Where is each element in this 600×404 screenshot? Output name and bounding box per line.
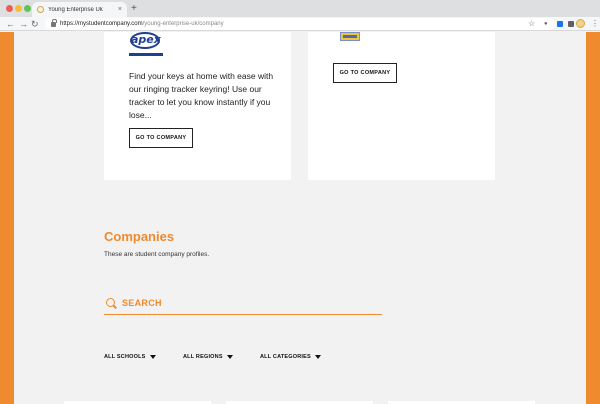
url-host: https://mystudentcompany.com	[60, 21, 143, 27]
close-window-icon[interactable]	[6, 5, 13, 12]
filter-label: ALL REGIONS	[183, 354, 223, 360]
reload-icon[interactable]: ↻	[31, 18, 39, 30]
go-to-company-button[interactable]: GO TO COMPANY	[129, 128, 193, 148]
company-description: Find your keys at home with ease with ou…	[129, 71, 274, 120]
browser-tab[interactable]: Young Enterprise Uk ×	[32, 2, 127, 17]
browser-titlebar: Young Enterprise Uk × +	[0, 0, 600, 17]
url-path: /young-enterprise-uk/company	[142, 21, 224, 27]
go-to-company-button[interactable]: GO TO COMPANY	[333, 63, 397, 83]
search-bar	[104, 295, 382, 315]
filter-regions-dropdown[interactable]: ALL REGIONS	[183, 354, 233, 360]
filter-schools-dropdown[interactable]: ALL SCHOOLS	[104, 354, 156, 360]
address-bar[interactable]: https://mystudentcompany.com/young-enter…	[45, 18, 555, 30]
tab-close-icon[interactable]: ×	[118, 6, 122, 13]
logo-text: apex	[131, 33, 161, 46]
forward-icon[interactable]: →	[19, 18, 28, 30]
lock-icon	[51, 18, 57, 27]
company-card: GO TO COMPANY	[308, 32, 495, 180]
company-card: apex Find your keys at home with ease wi…	[104, 32, 291, 180]
favicon-icon	[37, 6, 44, 13]
section-subtitle: These are student company profiles.	[104, 251, 210, 258]
filter-categories-dropdown[interactable]: ALL CATEGORIES	[260, 354, 321, 360]
company-logo	[340, 32, 360, 41]
left-orange-border	[0, 32, 14, 404]
section-title: Companies	[104, 229, 175, 244]
new-tab-button[interactable]: +	[131, 2, 137, 16]
minimize-window-icon[interactable]	[15, 5, 22, 12]
bookmark-star-icon[interactable]: ☆	[528, 19, 535, 29]
browser-menu-icon[interactable]: ⋮	[591, 19, 599, 29]
back-icon[interactable]: ←	[6, 18, 15, 30]
caret-down-icon	[149, 355, 156, 359]
search-icon	[106, 298, 115, 307]
browser-toolbar: ← → ↻ https://mystudentcompany.com/young…	[0, 17, 600, 31]
filter-label: ALL SCHOOLS	[104, 354, 146, 360]
caret-down-icon	[314, 355, 321, 359]
extension-icon[interactable]	[557, 21, 563, 27]
tab-title: Young Enterprise Uk	[48, 6, 103, 13]
company-logo: apex	[129, 32, 163, 56]
right-orange-border	[586, 32, 600, 404]
url-text: https://mystudentcompany.com/young-enter…	[60, 21, 224, 27]
profile-avatar[interactable]	[576, 19, 585, 28]
caret-down-icon	[226, 355, 233, 359]
maximize-window-icon[interactable]	[24, 5, 31, 12]
extension-icon-2[interactable]	[568, 21, 574, 27]
microphone-icon[interactable]: ●	[544, 19, 548, 29]
filter-label: ALL CATEGORIES	[260, 354, 311, 360]
page-viewport: apex Find your keys at home with ease wi…	[0, 32, 600, 404]
search-input[interactable]	[122, 296, 372, 310]
